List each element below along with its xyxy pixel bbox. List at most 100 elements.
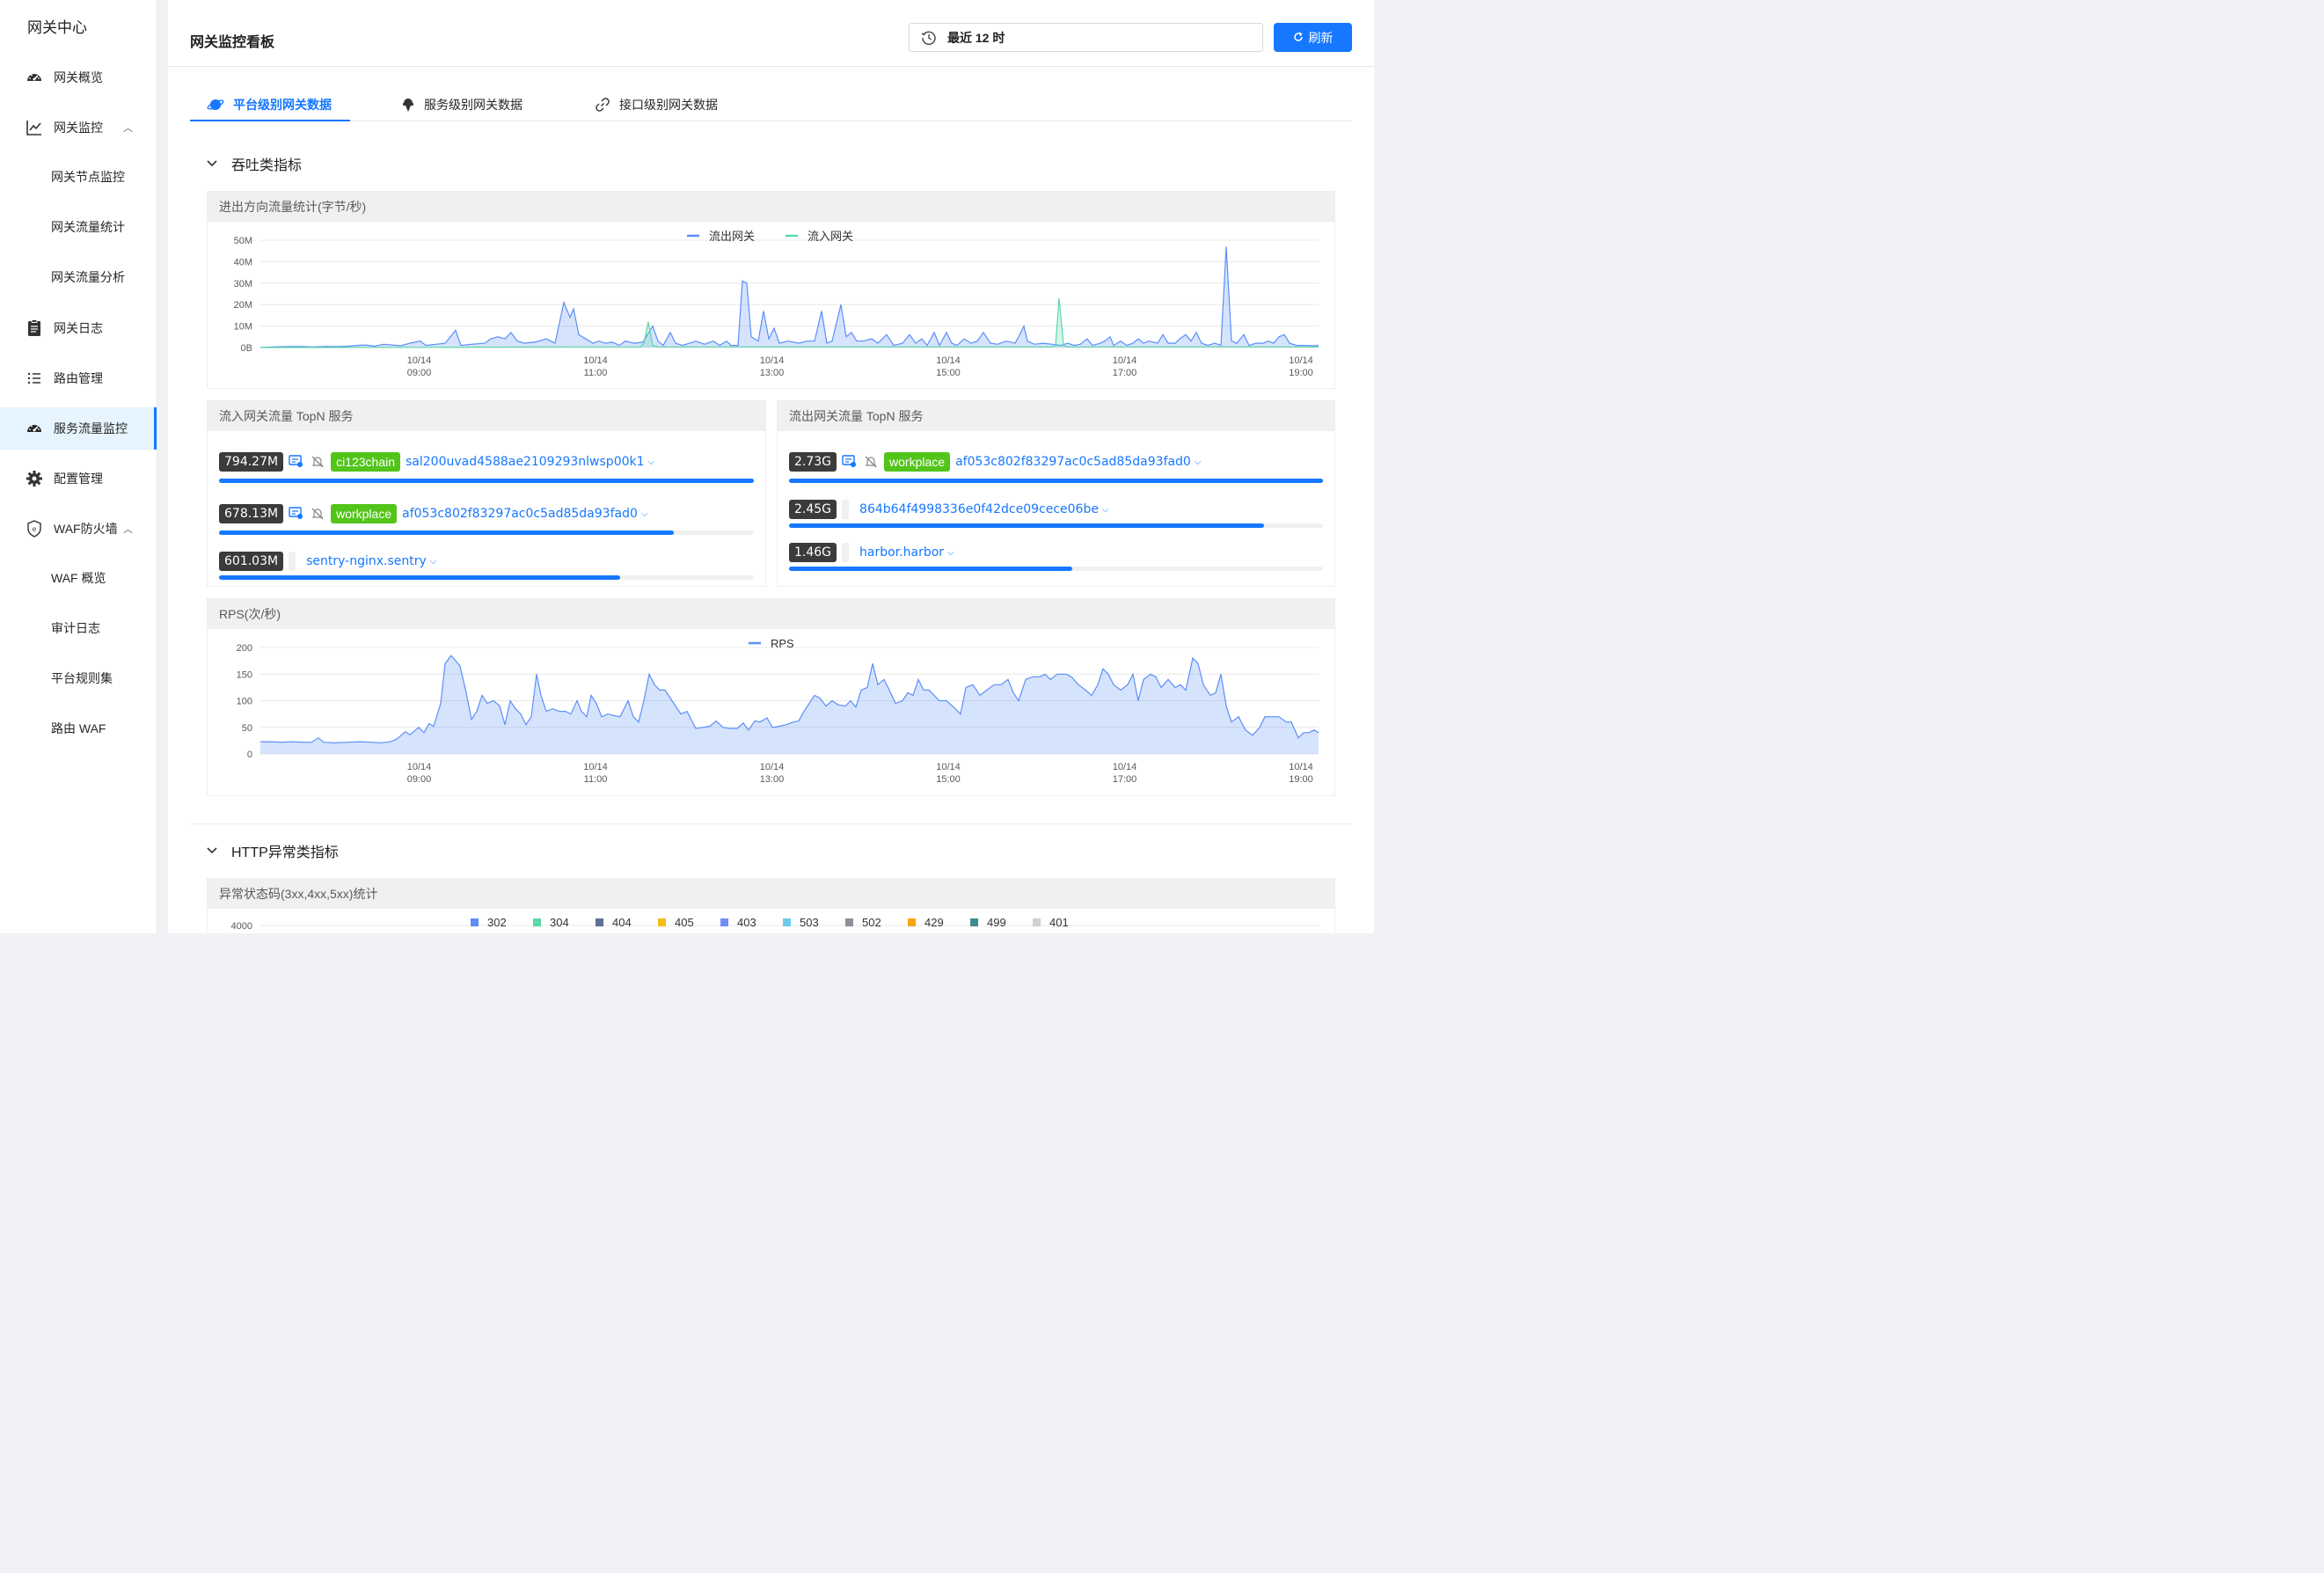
traffic-value: 601.03M: [219, 552, 284, 571]
y-tick-label: 50: [242, 723, 252, 734]
tab-platform-level[interactable]: 平台级别网关数据: [190, 88, 350, 121]
x-tick-label: 10/14 13:00: [760, 762, 785, 785]
refresh-button[interactable]: 刷新: [1274, 23, 1352, 52]
sidebar-item-platform-rules[interactable]: 平台规则集: [51, 669, 113, 687]
topn-inbound-item: 794.27M ci123chain sal200uvad4588ae21092…: [219, 452, 754, 483]
x-tick-label: 10/14 09:00: [407, 355, 432, 378]
service-link[interactable]: harbor.harbor: [859, 545, 944, 560]
time-range-picker[interactable]: 最近 12 时: [909, 23, 1263, 52]
chevron-down-icon[interactable]: ⌵: [641, 509, 648, 519]
legend-swatch: [845, 918, 853, 926]
tab-api-level[interactable]: 接口级别网关数据: [595, 88, 718, 121]
traffic-chart-panel: 进出方向流量统计(字节/秒) 0B 10M 20M 30M 40M 50M 10/14 09:…: [207, 191, 1335, 389]
traffic-value: 678.13M: [219, 504, 284, 523]
sidebar-item-route-management[interactable]: 路由管理: [0, 357, 157, 399]
bell-off-icon: [310, 454, 325, 470]
sidebar-item-label: 配置管理: [54, 472, 103, 486]
status-code-chart[interactable]: 4000 302 304 404 405 403 503 502 429 499 401: [208, 909, 1334, 934]
chevron-up-icon: ︿: [123, 524, 133, 535]
y-tick-label: 10M: [234, 322, 252, 333]
brand-title: 网关中心: [27, 19, 87, 36]
y-tick-label: 40M: [234, 257, 252, 267]
legend-label: 401: [1049, 916, 1069, 929]
legend-swatch: [908, 918, 916, 926]
sidebar-item-traffic-analysis[interactable]: 网关流量分析: [51, 268, 125, 286]
traffic-bar-fill: [219, 530, 674, 535]
project-tag: workplace: [331, 504, 398, 523]
sidebar-item-label: 网关日志: [54, 321, 103, 335]
topn-outbound-item: 1.46G harbor.harbor ⌵: [789, 543, 1323, 571]
service-link[interactable]: sal200uvad4588ae2109293nlwsp00k1: [406, 455, 645, 469]
ice-cream-icon: [401, 97, 415, 113]
section-divider: [190, 823, 1352, 824]
x-tick-label: 10/14 15:00: [936, 355, 961, 378]
sidebar-item-label: WAF防火墙: [54, 522, 118, 536]
section-throughput-header[interactable]: 吞吐类指标: [207, 153, 302, 174]
panel-title: 进出方向流量统计(字节/秒): [208, 192, 1334, 222]
traffic-chart[interactable]: 0B 10M 20M 30M 40M 50M 10/14 09:00 10/14 11:00 10/…: [208, 222, 1334, 388]
service-link[interactable]: sentry-nginx.sentry: [306, 554, 427, 568]
sidebar-item-service-traffic[interactable]: 服务流量监控: [0, 407, 157, 450]
traffic-bar-fill: [219, 479, 754, 483]
tab-label: 接口级别网关数据: [619, 97, 718, 112]
traffic-bar: [789, 479, 1323, 483]
empty-tag: [842, 543, 850, 562]
legend-label: 503: [800, 916, 819, 929]
topn-outbound-item: 2.45G 864b64f4998336e0f42dce09cece06be ⌵: [789, 500, 1323, 528]
time-range-value: 最近 12 时: [947, 30, 1005, 45]
sidebar-item-traffic-stats[interactable]: 网关流量统计: [51, 218, 125, 236]
chevron-down-icon[interactable]: ⌵: [1195, 457, 1202, 467]
link-icon: [595, 97, 610, 113]
traffic-bar-fill: [219, 575, 620, 580]
chevron-down-icon[interactable]: ⌵: [648, 457, 655, 467]
svg-text:e: e: [33, 525, 37, 533]
chevron-down-icon[interactable]: ⌵: [1102, 505, 1109, 515]
traffic-value: 1.46G: [789, 543, 837, 562]
gear-icon: [26, 470, 43, 487]
sidebar-item-waf[interactable]: e WAF防火墙 ︿: [0, 508, 157, 550]
x-tick-label: 10/14 19:00: [1289, 355, 1313, 378]
legend-swatch: [970, 918, 978, 926]
service-link[interactable]: af053c802f83297ac0c5ad85da93fad0: [402, 507, 638, 521]
reload-icon: [1293, 31, 1304, 45]
traffic-bar-fill: [789, 479, 1323, 483]
tab-service-level[interactable]: 服务级别网关数据: [401, 88, 523, 121]
sidebar-item-waf-overview[interactable]: WAF 概览: [51, 569, 106, 587]
service-link[interactable]: af053c802f83297ac0c5ad85da93fad0: [955, 455, 1191, 469]
chevron-down-icon[interactable]: ⌵: [947, 548, 954, 558]
x-tick-label: 10/14 17:00: [1113, 355, 1137, 378]
line-chart-icon: [26, 119, 43, 136]
x-tick-label: 10/14 17:00: [1113, 762, 1137, 785]
legend-swatch: [596, 918, 603, 926]
refresh-label: 刷新: [1308, 30, 1334, 45]
list-icon: [26, 369, 43, 387]
x-tick-label: 10/14 15:00: [936, 762, 961, 785]
sidebar-item-gateway-monitor[interactable]: 网关监控 ︿: [0, 106, 157, 149]
series-area: [260, 655, 1319, 754]
certificate-icon: [842, 454, 858, 470]
sidebar-item-config[interactable]: 配置管理: [0, 457, 157, 500]
traffic-bar: [219, 479, 754, 483]
traffic-bar: [789, 523, 1323, 528]
chevron-down-icon[interactable]: ⌵: [430, 557, 437, 567]
sidebar-item-node-monitor[interactable]: 网关节点监控: [51, 168, 125, 186]
y-tick-label: 0B: [241, 343, 252, 354]
service-link[interactable]: 864b64f4998336e0f42dce09cece06be: [859, 502, 1099, 516]
sidebar-item-route-waf[interactable]: 路由 WAF: [51, 720, 106, 737]
y-tick-label: 4000: [231, 921, 252, 932]
topn-inbound-item: 601.03M sentry-nginx.sentry ⌵: [219, 552, 754, 580]
sidebar-item-audit-log[interactable]: 审计日志: [51, 619, 100, 637]
sidebar-item-label: 服务流量监控: [54, 421, 128, 435]
sidebar-item-gateway-log[interactable]: 网关日志: [0, 307, 157, 349]
section-http-errors-header[interactable]: HTTP异常类指标: [207, 840, 339, 861]
x-tick-label: 10/14 11:00: [583, 762, 608, 785]
sidebar-item-label: 网关概览: [54, 70, 103, 84]
traffic-bar-fill: [789, 523, 1265, 528]
empty-tag: [842, 500, 850, 519]
legend-label: 403: [737, 916, 756, 929]
traffic-bar: [219, 575, 754, 580]
x-tick-label: 10/14 11:00: [583, 355, 608, 378]
y-tick-label: 20M: [234, 300, 252, 311]
sidebar-item-gateway-overview[interactable]: 网关概览: [0, 56, 157, 99]
rps-chart[interactable]: 0 50 100 150 200 10/14 09:00 10/14 11:00 10/14 13:…: [208, 629, 1334, 795]
